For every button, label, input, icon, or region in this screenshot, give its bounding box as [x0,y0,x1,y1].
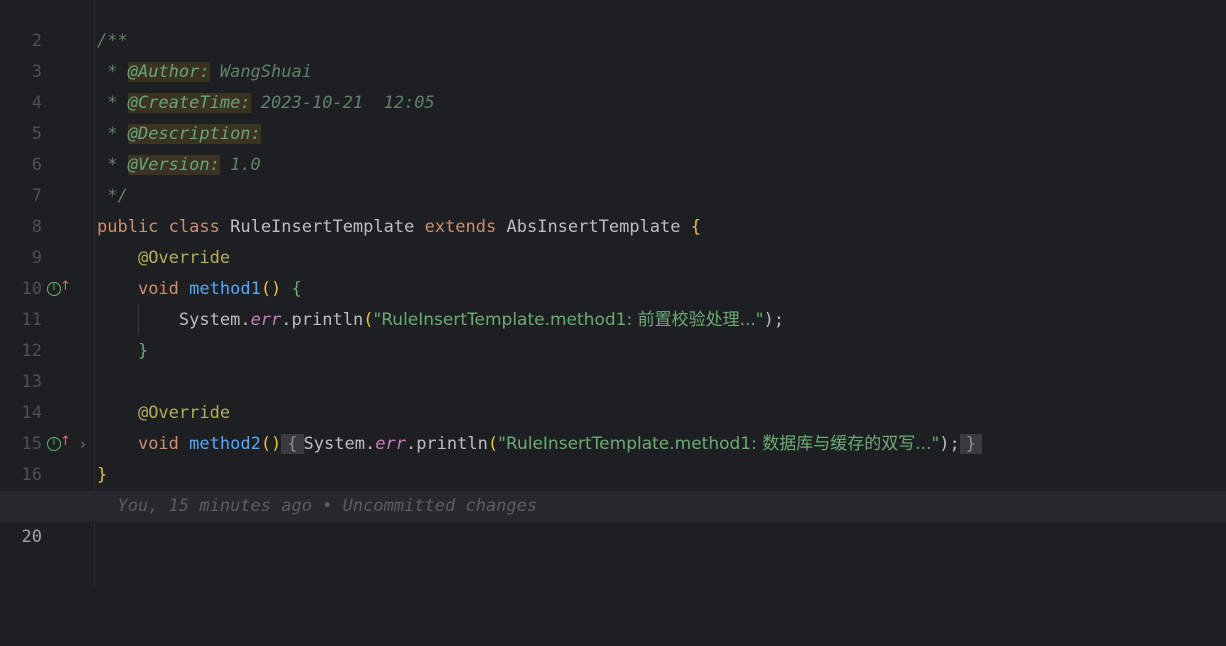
javadoc-tag: @CreateTime: [127,93,251,113]
code-text: public class RuleInsertTemplate extends … [97,217,701,237]
line-number: 20 [21,527,42,547]
fold-chevron-right-icon[interactable]: › [80,429,86,460]
indent-guide [138,304,139,335]
string-literal: "RuleInsertTemplate.method1: 前置校验处理..." [373,310,764,330]
javadoc-tag: @Author: [127,62,210,82]
string-literal: "RuleInsertTemplate.method1: 数据库与缓存的双写..… [498,434,940,454]
implements-method-icon[interactable]: I [47,437,61,451]
code-line-12[interactable]: 12 System.err.println("RuleInsertTemplat… [0,305,1226,361]
code-line-19[interactable]: 19 } [0,460,1226,516]
code-line-6[interactable]: 6 * @Description: [0,119,1226,175]
code-line-9[interactable]: 9 public class RuleInsertTemplate extend… [0,212,1226,268]
javadoc-tag: @Description: [127,124,261,144]
code-text: void method1() { [137,279,302,299]
folded-region-open[interactable]: { [281,434,304,454]
method-name: method1 [189,279,261,299]
code-text: } [137,341,149,361]
code-line-8[interactable]: 8 */ [0,181,1226,237]
code-line-16[interactable]: 16 I ↑ › void method2(){System.err.print… [0,426,1226,485]
code-text: */ [97,186,128,206]
code-text: * @Author: WangShuai [97,62,312,82]
code-line-10[interactable]: 10 @Override [0,243,1226,299]
code-text: * @Description: [97,124,261,144]
code-text: } [97,465,108,485]
override-up-arrow-icon[interactable]: ↑ [60,271,71,302]
code-editor[interactable]: 2 3 /** 4 * @Author: WangShuai 5 * @Crea… [0,0,1226,587]
javadoc-tag: @Version: [127,155,220,175]
code-line-15[interactable]: 15 @Override [0,398,1226,454]
code-line-20-current[interactable]: 20 You, 15 minutes ago • Uncommitted cha… [0,491,1226,547]
implements-method-icon[interactable]: I [47,282,61,296]
git-blame-inlay: You, 15 minutes ago • Uncommitted change… [117,496,538,516]
code-line-2[interactable]: 2 [0,0,1226,51]
code-text: System.err.println("RuleInsertTemplate.m… [178,310,785,330]
method-name: method2 [189,434,261,454]
code-text: @Override [97,398,230,429]
code-text: You, 15 minutes ago • Uncommitted change… [97,491,537,522]
code-line-14[interactable]: 14 [0,367,1226,423]
code-text: * @Version: 1.0 [97,155,261,175]
code-text: @Override [97,243,230,274]
class-name: RuleInsertTemplate [230,217,415,237]
code-line-13[interactable]: 13 } [0,336,1226,392]
code-line-7[interactable]: 7 * @Version: 1.0 [0,150,1226,206]
code-line-4[interactable]: 4 * @Author: WangShuai [0,57,1226,113]
code-text: * @CreateTime: 2023-10-21 12:05 [97,93,435,113]
override-up-arrow-icon[interactable]: ↑ [60,426,71,457]
code-line-11[interactable]: 11 I ↑ void method1() { [0,271,1226,330]
annotation: @Override [137,403,231,423]
code-text: void method2(){System.err.println("RuleI… [97,429,983,460]
superclass-name: AbsInsertTemplate [506,217,681,237]
code-line-3[interactable]: 3 /** [0,26,1226,82]
folded-region-close[interactable]: } [959,434,983,454]
code-line-5[interactable]: 5 * @CreateTime: 2023-10-21 12:05 [0,88,1226,144]
annotation: @Override [137,248,231,268]
code-text: /** [97,31,128,51]
